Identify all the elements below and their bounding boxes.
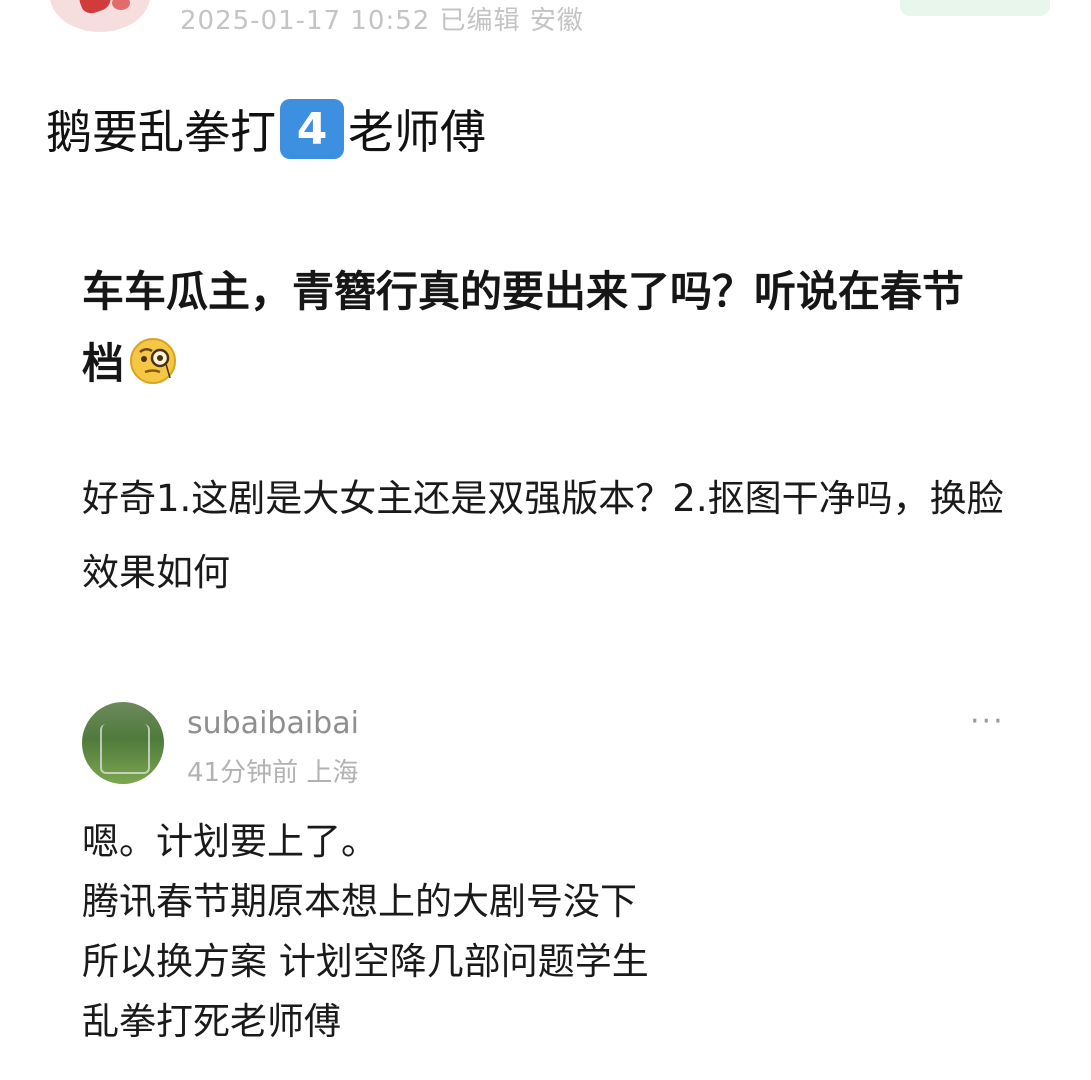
commenter-avatar[interactable] <box>82 702 164 784</box>
avatar-art <box>76 0 114 17</box>
post-detail: 好奇1.这剧是大女主还是双强版本？2.抠图干净吗，换脸效果如何 <box>82 477 1004 594</box>
comment-meta: 41分钟前 上海 <box>187 758 359 788</box>
commenter-username[interactable]: subaibaibai <box>187 706 359 741</box>
follow-button[interactable] <box>900 0 1050 16</box>
post-title: 鹅要乱拳打 4 老师傅 <box>46 96 486 162</box>
comment-line: 所以换方案 计划空降几部问题学生 <box>82 940 649 983</box>
author-avatar[interactable] <box>50 0 150 32</box>
avatar-art <box>100 724 150 774</box>
comment-line: 乱拳打死老师傅 <box>82 1000 341 1043</box>
avatar-art <box>112 0 130 10</box>
more-options-icon[interactable]: ··· <box>970 704 1005 739</box>
monocle-face-icon <box>128 336 178 386</box>
post-title-part: 鹅要乱拳打 <box>46 105 276 159</box>
post-title-part: 老师傅 <box>348 105 486 159</box>
question-text: 车车瓜主，青簪行真的要出来了吗？听说在春节档 <box>82 267 965 388</box>
keycap-number-icon: 4 <box>280 99 344 159</box>
comment-body: 嗯。计划要上了。 腾讯春节期原本想上的大剧号没下 所以换方案 计划空降几部问题学… <box>82 812 982 1052</box>
post-question: 车车瓜主，青簪行真的要出来了吗？听说在春节档 <box>82 256 982 400</box>
comment-line: 嗯。计划要上了。 <box>82 820 378 863</box>
post-meta: 2025-01-17 10:52 已编辑 安徽 <box>180 6 584 36</box>
comment-line: 腾讯春节期原本想上的大剧号没下 <box>82 880 637 923</box>
